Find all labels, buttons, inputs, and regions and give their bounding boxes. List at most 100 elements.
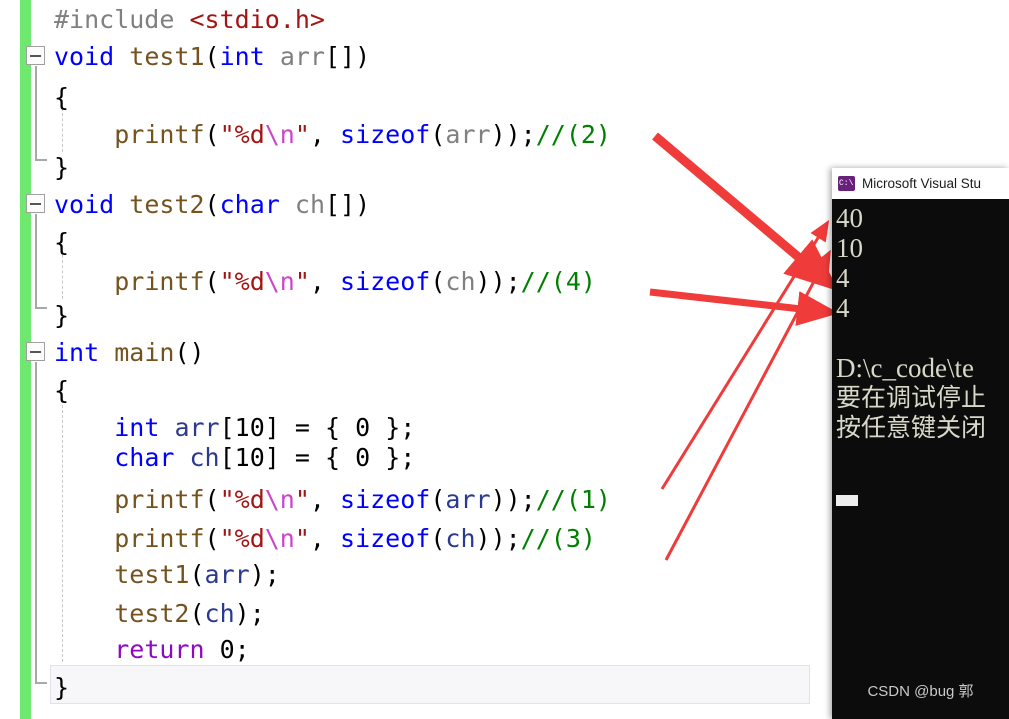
code-line[interactable]: } — [54, 296, 69, 335]
code-line[interactable]: { — [54, 371, 69, 410]
code-token-plain: , — [309, 267, 341, 296]
code-token-fn: printf — [114, 267, 205, 296]
code-line[interactable]: test1(arr); — [54, 555, 280, 594]
code-token-fn: test2 — [114, 599, 190, 628]
code-token-plain: , — [309, 485, 341, 514]
code-token-pre: #include — [54, 5, 190, 34]
code-token-plain: } — [54, 153, 70, 182]
code-token-cmt: //(4) — [520, 267, 596, 296]
console-window[interactable]: Microsoft Visual Stu 401044 D:\c_code\te… — [832, 168, 1009, 719]
console-line: 按任意键关闭 — [836, 413, 987, 442]
code-token-var: arr — [204, 560, 250, 589]
code-token-plain: []) — [324, 42, 371, 71]
code-token-plain: } — [54, 301, 70, 330]
code-token-plain: []) — [325, 190, 371, 219]
code-token-cmt: //(3) — [520, 524, 596, 553]
code-token-param: ch — [294, 190, 325, 219]
code-token-str: " — [294, 120, 310, 149]
console-output[interactable]: 40 10 4 4 D:\c_code\te 要在调试停止 按任意键关闭 — [832, 199, 1009, 719]
code-token-plain: { — [54, 83, 70, 112]
code-token-plain: ); — [249, 560, 280, 589]
code-token-plain: { — [54, 376, 70, 405]
code-token-param: arr — [445, 120, 491, 149]
code-line[interactable]: } — [54, 668, 69, 707]
code-token-kw: sizeof — [340, 485, 431, 514]
code-token-plain: ] = { — [264, 443, 356, 472]
code-token-plain: ( — [204, 42, 220, 71]
code-line[interactable]: printf("%d\n", sizeof(arr));//(2) — [54, 115, 611, 154]
code-token-plain: ; — [234, 635, 250, 664]
code-token-var: ch — [445, 524, 476, 553]
console-line: D:\c_code\te — [836, 353, 974, 383]
console-line: 要在调试停止 — [836, 383, 987, 412]
code-token-plain: )); — [490, 485, 536, 514]
code-token-kw: sizeof — [340, 524, 431, 553]
code-token-var: ch — [189, 443, 220, 472]
code-line[interactable]: printf("%d\n", sizeof(ch));//(3) — [54, 519, 596, 558]
code-line[interactable]: void test1(int arr[]) — [54, 37, 370, 76]
code-token-plain: ( — [204, 190, 220, 219]
code-token-plain: )); — [490, 120, 536, 149]
code-token-plain: )); — [475, 267, 521, 296]
code-token-plain: ( — [204, 120, 220, 149]
console-line: 40 — [836, 203, 863, 233]
code-token-kw: sizeof — [340, 267, 431, 296]
code-token-plain: ( — [204, 267, 220, 296]
code-token-num: 0 — [355, 443, 371, 472]
code-token-fn: test1 — [114, 560, 190, 589]
code-token-str: " — [294, 524, 310, 553]
code-token-esc: \n — [264, 485, 295, 514]
code-token-kw: char — [219, 190, 280, 219]
code-token-plain: [ — [219, 443, 235, 472]
code-line[interactable]: { — [54, 223, 69, 262]
code-token-esc: \n — [264, 524, 295, 553]
code-token-fn: printf — [114, 120, 205, 149]
code-token-esc: \n — [264, 267, 295, 296]
code-token-plain: , — [309, 120, 341, 149]
code-token-fn: test2 — [129, 190, 205, 219]
code-token-plain: ( — [430, 267, 446, 296]
code-line[interactable]: { — [54, 78, 69, 117]
console-line: 10 — [836, 233, 863, 263]
code-line[interactable]: test2(ch); — [54, 594, 265, 633]
code-token-plain: ( — [189, 560, 205, 589]
code-line[interactable]: char ch[10] = { 0 }; — [54, 438, 415, 477]
code-line[interactable]: printf("%d\n", sizeof(arr));//(1) — [54, 480, 611, 519]
code-token-plain: }; — [370, 443, 416, 472]
code-token-plain: , — [309, 524, 341, 553]
code-token-kw: void — [54, 42, 115, 71]
code-token-kw: int — [219, 42, 265, 71]
code-line[interactable]: int main() — [54, 333, 205, 372]
code-token-fn: main — [114, 338, 175, 367]
code-line[interactable]: printf("%d\n", sizeof(ch));//(4) — [54, 262, 596, 301]
code-token-str: "%d — [219, 267, 265, 296]
console-title-bar[interactable]: Microsoft Visual Stu — [832, 168, 1009, 199]
code-token-fn: test1 — [129, 42, 205, 71]
console-line: 4 — [836, 263, 850, 293]
code-line[interactable]: } — [54, 148, 69, 187]
code-token-param: ch — [445, 267, 476, 296]
code-line[interactable]: return 0; — [54, 630, 250, 669]
console-cursor — [836, 495, 858, 506]
code-line[interactable]: void test2(char ch[]) — [54, 185, 370, 224]
code-token-kw: char — [114, 443, 175, 472]
code-token-param: arr — [279, 42, 325, 71]
code-token-fn: printf — [114, 524, 205, 553]
code-token-cmt: //(2) — [535, 120, 611, 149]
code-line[interactable]: #include <stdio.h> — [54, 0, 325, 39]
code-token-str: " — [294, 485, 310, 514]
code-token-var: ch — [204, 599, 235, 628]
code-token-esc: \n — [264, 120, 295, 149]
